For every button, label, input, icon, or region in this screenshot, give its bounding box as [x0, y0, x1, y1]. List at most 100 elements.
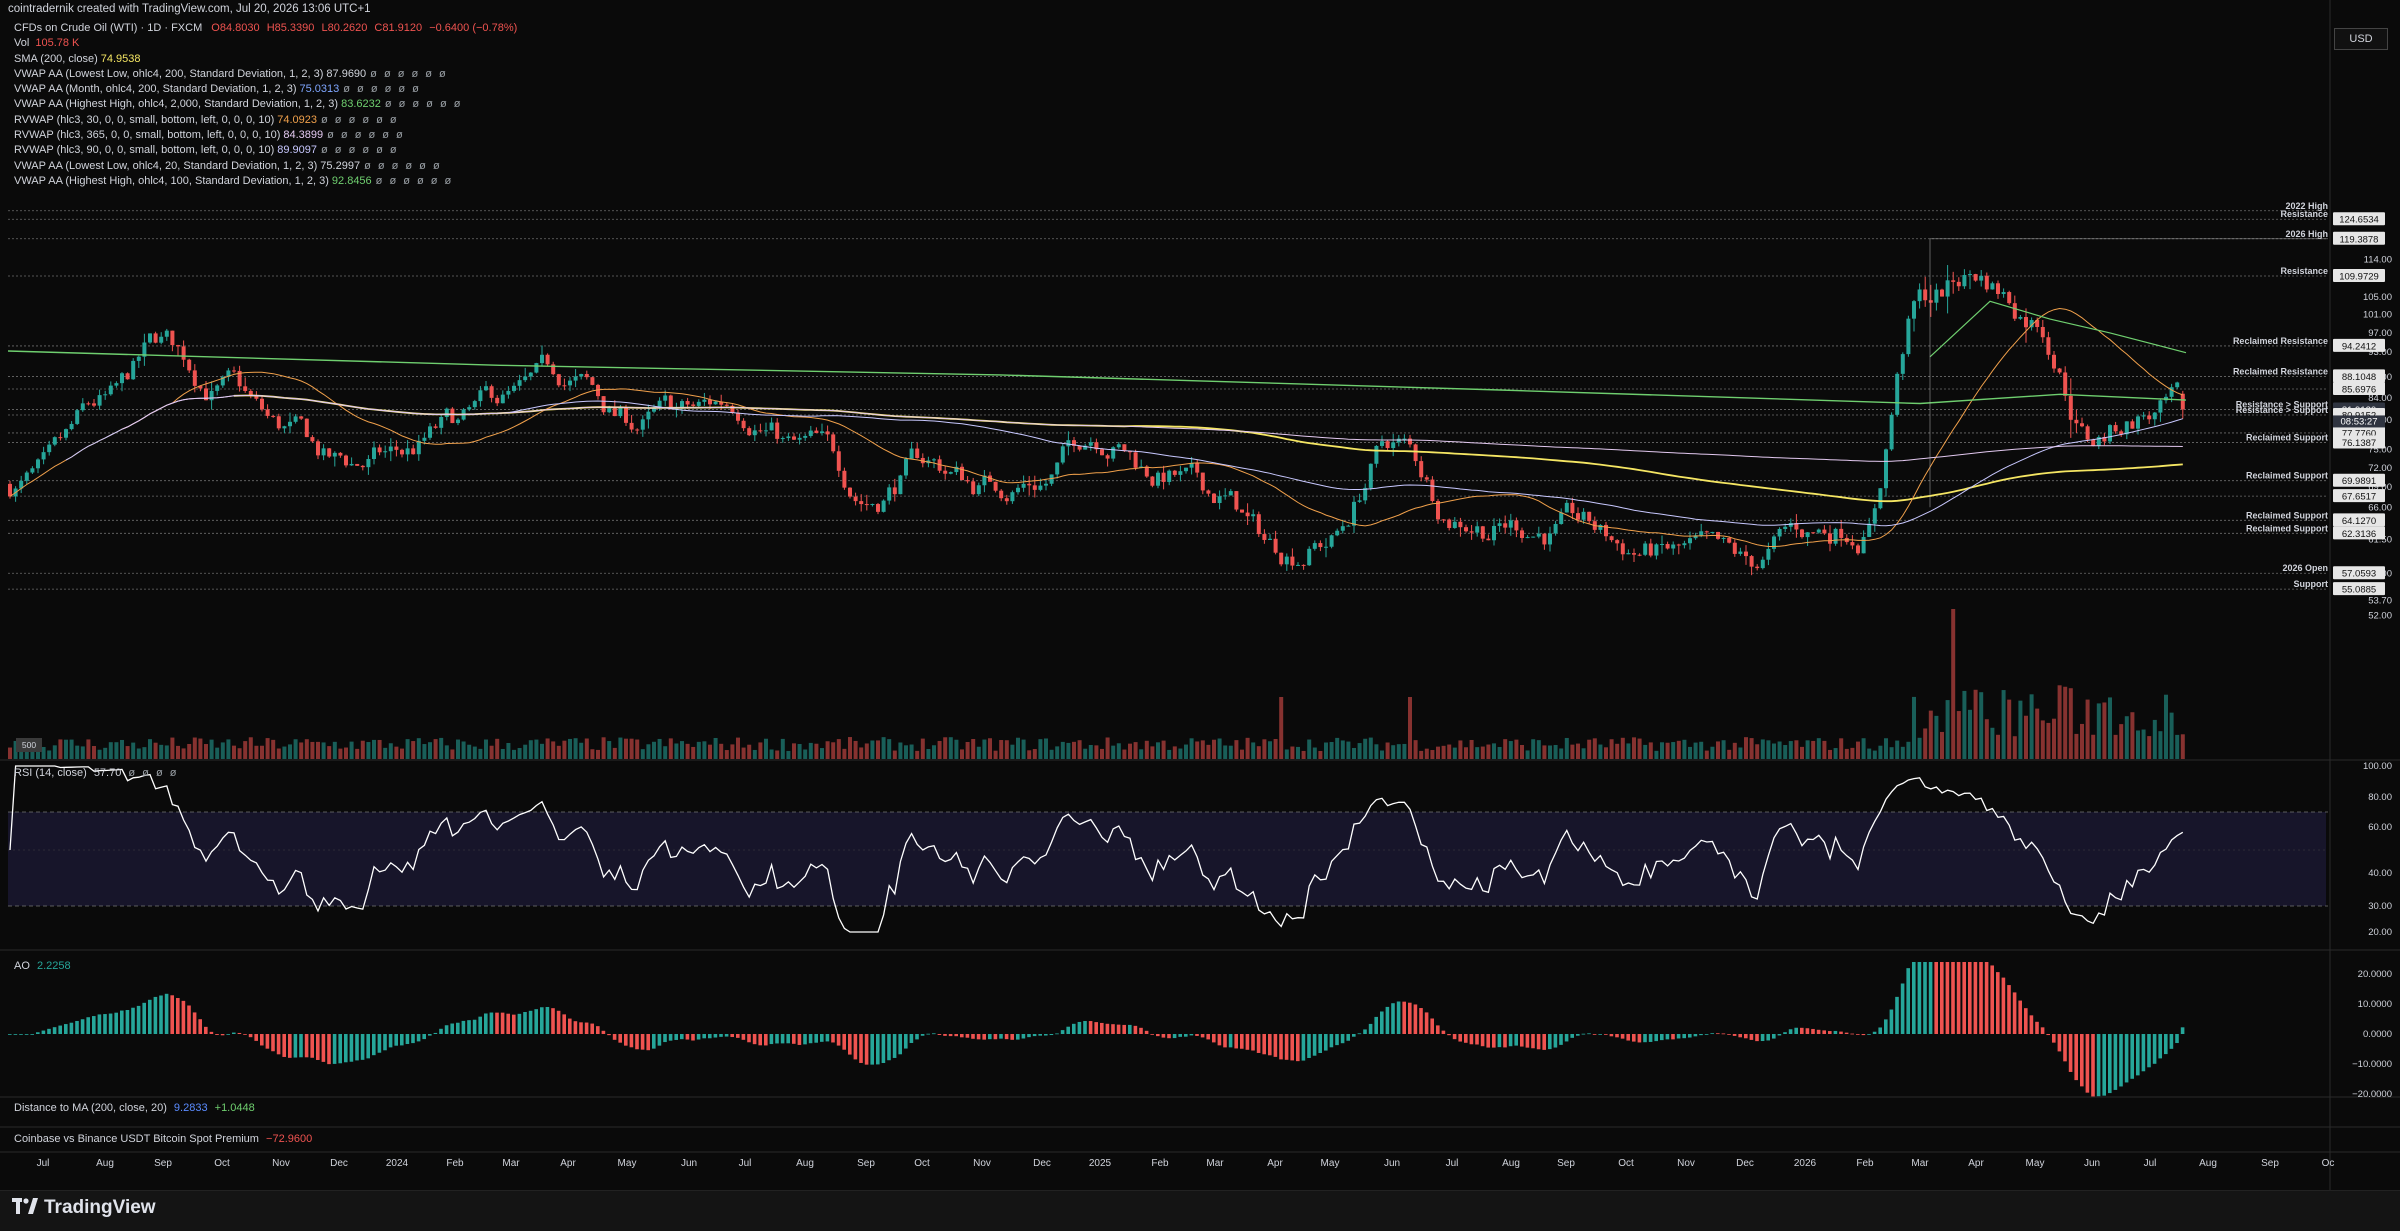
ao-bar — [58, 1025, 62, 1034]
candle-body — [1413, 444, 1418, 462]
candle-body — [1615, 540, 1620, 544]
volume-bar — [1111, 745, 1116, 759]
ao-bar — [1632, 1034, 1636, 1042]
ao-bar — [1553, 1034, 1558, 1048]
ao-bar — [1329, 1034, 1334, 1048]
indicator-row[interactable]: RVWAP (hlc3, 90, 0, 0, small, bottom, le… — [14, 143, 517, 158]
indicator-row[interactable]: VWAP AA (Lowest Low, ohlc4, 20, Standard… — [14, 159, 517, 174]
ao-bar — [1419, 1008, 1423, 1034]
ao-bar — [640, 1034, 645, 1050]
ao-bar — [304, 1034, 309, 1058]
ao-bar — [2057, 1034, 2062, 1052]
volume-bar — [1867, 748, 1872, 759]
volume-bar — [411, 741, 416, 759]
candle-body — [400, 449, 404, 455]
candle-body — [853, 496, 858, 502]
ao-bar — [428, 1034, 432, 1036]
price-tag-label: 88.1048 — [2342, 372, 2376, 383]
indicator-row[interactable]: VWAP AA (Month, ohlc4, 200, Standard Dev… — [14, 82, 517, 97]
indicator-row[interactable]: RVWAP (hlc3, 365, 0, 0, small, bottom, l… — [14, 128, 517, 143]
candle-body — [114, 383, 119, 386]
ao-bar — [646, 1034, 650, 1051]
candle-body — [775, 422, 780, 439]
ao-label[interactable]: AO — [14, 960, 30, 972]
date-tick-label: Jun — [2084, 1158, 2100, 1169]
candle-body — [1648, 543, 1653, 556]
volume-bar — [1973, 689, 1978, 759]
volume-label[interactable]: Vol — [14, 37, 29, 49]
candle-body — [562, 385, 567, 387]
currency-button[interactable]: USD — [2334, 28, 2388, 50]
premium-label[interactable]: Coinbase vs Binance USDT Bitcoin Spot Pr… — [14, 1133, 259, 1145]
volume-bar — [1811, 740, 1816, 759]
ao-bar — [814, 1034, 818, 1043]
volume-bar — [422, 744, 427, 759]
symbol-label[interactable]: CFDs on Crude Oil (WTI) · 1D · FXCM — [14, 22, 202, 34]
candle-body — [1956, 281, 1961, 287]
volume-bar — [232, 745, 236, 759]
volume-bar — [103, 747, 108, 759]
ao-bar — [282, 1034, 286, 1057]
ao-bar — [1279, 1034, 1283, 1060]
volume-bar — [1900, 746, 1905, 759]
ao-bar — [232, 1032, 236, 1034]
volume-bar — [1581, 748, 1586, 759]
ao-bar — [1721, 1033, 1726, 1035]
candle-body — [825, 431, 830, 435]
candle-body — [1464, 527, 1468, 532]
ao-tick-label: 10.0000 — [2358, 999, 2392, 1010]
ao-bar — [1363, 1029, 1367, 1034]
indicator-row[interactable]: RVWAP (hlc3, 30, 0, 0, small, bottom, le… — [14, 113, 517, 128]
ao-bar — [2096, 1034, 2101, 1097]
ao-bar — [260, 1034, 264, 1046]
price-tick-label: 53.70 — [2368, 596, 2392, 607]
candle-body — [472, 401, 477, 408]
candle-body — [736, 412, 740, 421]
volume-bar — [1542, 745, 1547, 759]
candle-body — [2007, 292, 2012, 304]
ao-bar — [1962, 962, 1966, 1034]
indicator-row[interactable]: SMA (200, close) 74.9538 — [14, 52, 517, 67]
ao-bar — [136, 1005, 141, 1034]
volume-bar — [1273, 739, 1278, 759]
candle-body — [629, 422, 634, 430]
indicator-row[interactable]: VWAP AA (Highest High, ohlc4, 100, Stand… — [14, 174, 517, 189]
ao-bar — [1396, 1001, 1401, 1034]
volume-bar — [394, 746, 399, 759]
candle-body — [2001, 292, 2006, 295]
rsi-label[interactable]: RSI (14, close) — [14, 767, 87, 779]
volume-bar — [1800, 746, 1804, 759]
volume-bar — [624, 738, 628, 759]
candle-body — [1828, 533, 1832, 544]
volume-bar — [1643, 744, 1648, 759]
candle-body — [187, 359, 192, 371]
candle-body — [1704, 531, 1709, 533]
volume-bar — [881, 737, 886, 759]
ao-bar — [853, 1034, 858, 1060]
volume-bar — [1172, 746, 1177, 759]
volume-bar — [1536, 740, 1541, 759]
ao-bar — [786, 1034, 790, 1044]
ao-bar — [1772, 1034, 1776, 1039]
ao-bar — [1312, 1034, 1317, 1056]
ao-bar — [1111, 1024, 1115, 1034]
candle-body — [170, 330, 175, 346]
candle-body — [1654, 544, 1659, 556]
indicator-row[interactable]: VWAP AA (Lowest Low, ohlc4, 200, Standar… — [14, 67, 517, 82]
ao-bar — [500, 1012, 505, 1034]
distance-label[interactable]: Distance to MA (200, close, 20) — [14, 1102, 167, 1114]
ao-bar — [1195, 1034, 1199, 1036]
volume-bar — [724, 750, 729, 759]
ao-bar — [792, 1034, 796, 1044]
candle-body — [293, 416, 298, 422]
ao-bar — [1973, 962, 1978, 1034]
ao-bar — [467, 1020, 471, 1034]
ao-bar — [2024, 1008, 2028, 1034]
candle-body — [769, 422, 774, 431]
ao-bar — [1704, 1034, 1709, 1035]
ao-bar — [758, 1034, 762, 1046]
candle-body — [915, 448, 920, 458]
indicator-row[interactable]: VWAP AA (Highest High, ohlc4, 2,000, Sta… — [14, 97, 517, 112]
volume-bar — [1772, 743, 1776, 759]
candle-body — [1111, 447, 1116, 459]
